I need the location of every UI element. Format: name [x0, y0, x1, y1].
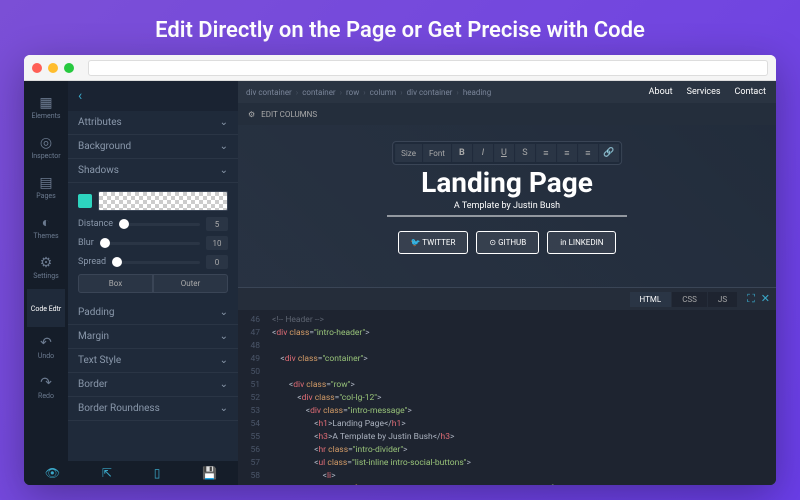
nav-about[interactable]: About [649, 87, 673, 97]
shadow-outer-button[interactable]: Outer [153, 274, 228, 293]
spread-value[interactable]: 0 [206, 255, 228, 269]
panel-padding[interactable]: Padding⌄ [68, 301, 238, 325]
panel-margin[interactable]: Margin⌄ [68, 325, 238, 349]
distance-label: Distance [78, 219, 113, 229]
breadcrumb-item[interactable]: column [370, 88, 397, 97]
marketing-headline: Edit Directly on the Page or Get Precise… [0, 0, 800, 55]
tool-settings[interactable]: ⚙Settings [27, 249, 65, 287]
edit-columns-bar[interactable]: ⚙ EDIT COLUMNS [238, 103, 776, 125]
breadcrumb-item[interactable]: row [346, 88, 359, 97]
maximize-icon[interactable] [64, 63, 74, 73]
breadcrumb-item[interactable]: container [302, 88, 335, 97]
panel-border[interactable]: Border⌄ [68, 373, 238, 397]
code-tab-html[interactable]: HTML [630, 292, 672, 307]
tool-redo[interactable]: ↷Redo [27, 369, 65, 407]
left-toolbar: ▦Elements◎Inspector▤Pages◐Themes⚙Setting… [24, 81, 68, 485]
site-nav: About Services Contact [649, 87, 766, 97]
tool-code-edtr[interactable]: Code Edtr [27, 289, 65, 327]
gear-icon: ⚙ [248, 110, 255, 119]
breadcrumb-item[interactable]: heading [463, 88, 491, 97]
hero-title[interactable]: Landing Page [421, 166, 593, 199]
code-tab-js[interactable]: JS [708, 292, 737, 307]
tool-undo[interactable]: ↶Undo [27, 329, 65, 367]
panel-text-style[interactable]: Text Style⌄ [68, 349, 238, 373]
back-bar: ‹ [68, 81, 238, 111]
font-select[interactable]: Font [423, 144, 451, 162]
close-icon[interactable] [32, 63, 42, 73]
breadcrumb-item[interactable]: div container [246, 88, 292, 97]
tool-themes[interactable]: ◐Themes [27, 209, 65, 247]
line-numbers: 4647484950515253545556575859606162636465… [238, 310, 266, 485]
distance-value[interactable]: 5 [206, 217, 228, 231]
hero-subtitle[interactable]: A Template by Justin Bush [387, 201, 627, 217]
edit-columns-label: EDIT COLUMNS [261, 110, 317, 119]
shadow-color-swatch[interactable] [98, 191, 228, 211]
nav-services[interactable]: Services [687, 87, 721, 97]
blur-value[interactable]: 10 [206, 236, 228, 250]
close-code-icon[interactable]: ✕ [761, 292, 770, 306]
eye-icon[interactable]: 👁 [45, 466, 60, 480]
panel-shadows[interactable]: Shadows⌄ [68, 159, 238, 183]
browser-window: ▦Elements◎Inspector▤Pages◐Themes⚙Setting… [24, 55, 776, 485]
panel-attributes[interactable]: Attributes⌄ [68, 111, 238, 135]
bottom-toolbar: 👁 ⇱ ▯ 💾 [24, 461, 238, 485]
app-shell: ▦Elements◎Inspector▤Pages◐Themes⚙Setting… [24, 81, 776, 485]
shadow-toggle-icon[interactable] [78, 194, 92, 208]
code-editor: HTMLCSSJS ⛶ ✕ 46474849505152535455565758… [238, 287, 776, 485]
breadcrumb-item[interactable]: div container [407, 88, 453, 97]
expand-icon[interactable]: ⛶ [747, 292, 755, 306]
shadow-panel: Distance 5 Blur 10 Spread 0 Box Outer [68, 183, 238, 301]
italic-button[interactable]: I [473, 144, 493, 162]
code-content[interactable]: <!-- Header --> <div class="intro-header… [266, 310, 776, 485]
spread-label: Spread [78, 257, 106, 267]
browser-chrome [24, 55, 776, 81]
code-tab-css[interactable]: CSS [672, 292, 707, 307]
export-icon[interactable]: ⇱ [102, 466, 112, 480]
panel-border-roundness[interactable]: Border Roundness⌄ [68, 397, 238, 421]
text-toolbar: Size Font B I U S ≡ ≡ ≡ 🔗 [392, 141, 622, 165]
device-icon[interactable]: ▯ [154, 466, 161, 480]
shadow-box-button[interactable]: Box [78, 274, 153, 293]
blur-slider[interactable] [100, 242, 200, 245]
blur-label: Blur [78, 238, 94, 248]
back-icon[interactable]: ‹ [78, 88, 82, 104]
url-bar[interactable] [88, 60, 768, 76]
save-icon[interactable]: 💾 [202, 466, 217, 480]
design-canvas[interactable]: div container›container›row›column›div c… [238, 81, 776, 485]
inspector-sidebar: ‹ Attributes⌄Background⌄Shadows⌄ Distanc… [68, 81, 238, 485]
tool-pages[interactable]: ▤Pages [27, 169, 65, 207]
spread-slider[interactable] [112, 261, 200, 264]
tool-inspector[interactable]: ◎Inspector [27, 129, 65, 167]
tool-elements[interactable]: ▦Elements [27, 89, 65, 127]
align-right-button[interactable]: ≡ [578, 144, 598, 162]
underline-button[interactable]: U [494, 144, 514, 162]
linkedin-button[interactable]: in LINKEDIN [547, 231, 616, 254]
align-left-button[interactable]: ≡ [536, 144, 556, 162]
minimize-icon[interactable] [48, 63, 58, 73]
github-button[interactable]: ⊙ GITHUB [476, 231, 539, 254]
bold-button[interactable]: B [452, 144, 472, 162]
twitter-button[interactable]: 🐦 TWITTER [398, 231, 469, 254]
size-select[interactable]: Size [395, 144, 422, 162]
strike-button[interactable]: S [515, 144, 535, 162]
link-button[interactable]: 🔗 [599, 144, 619, 162]
align-center-button[interactable]: ≡ [557, 144, 577, 162]
distance-slider[interactable] [119, 223, 200, 226]
code-tab-group: HTMLCSSJS [630, 292, 738, 307]
panel-background[interactable]: Background⌄ [68, 135, 238, 159]
nav-contact[interactable]: Contact [735, 87, 766, 97]
